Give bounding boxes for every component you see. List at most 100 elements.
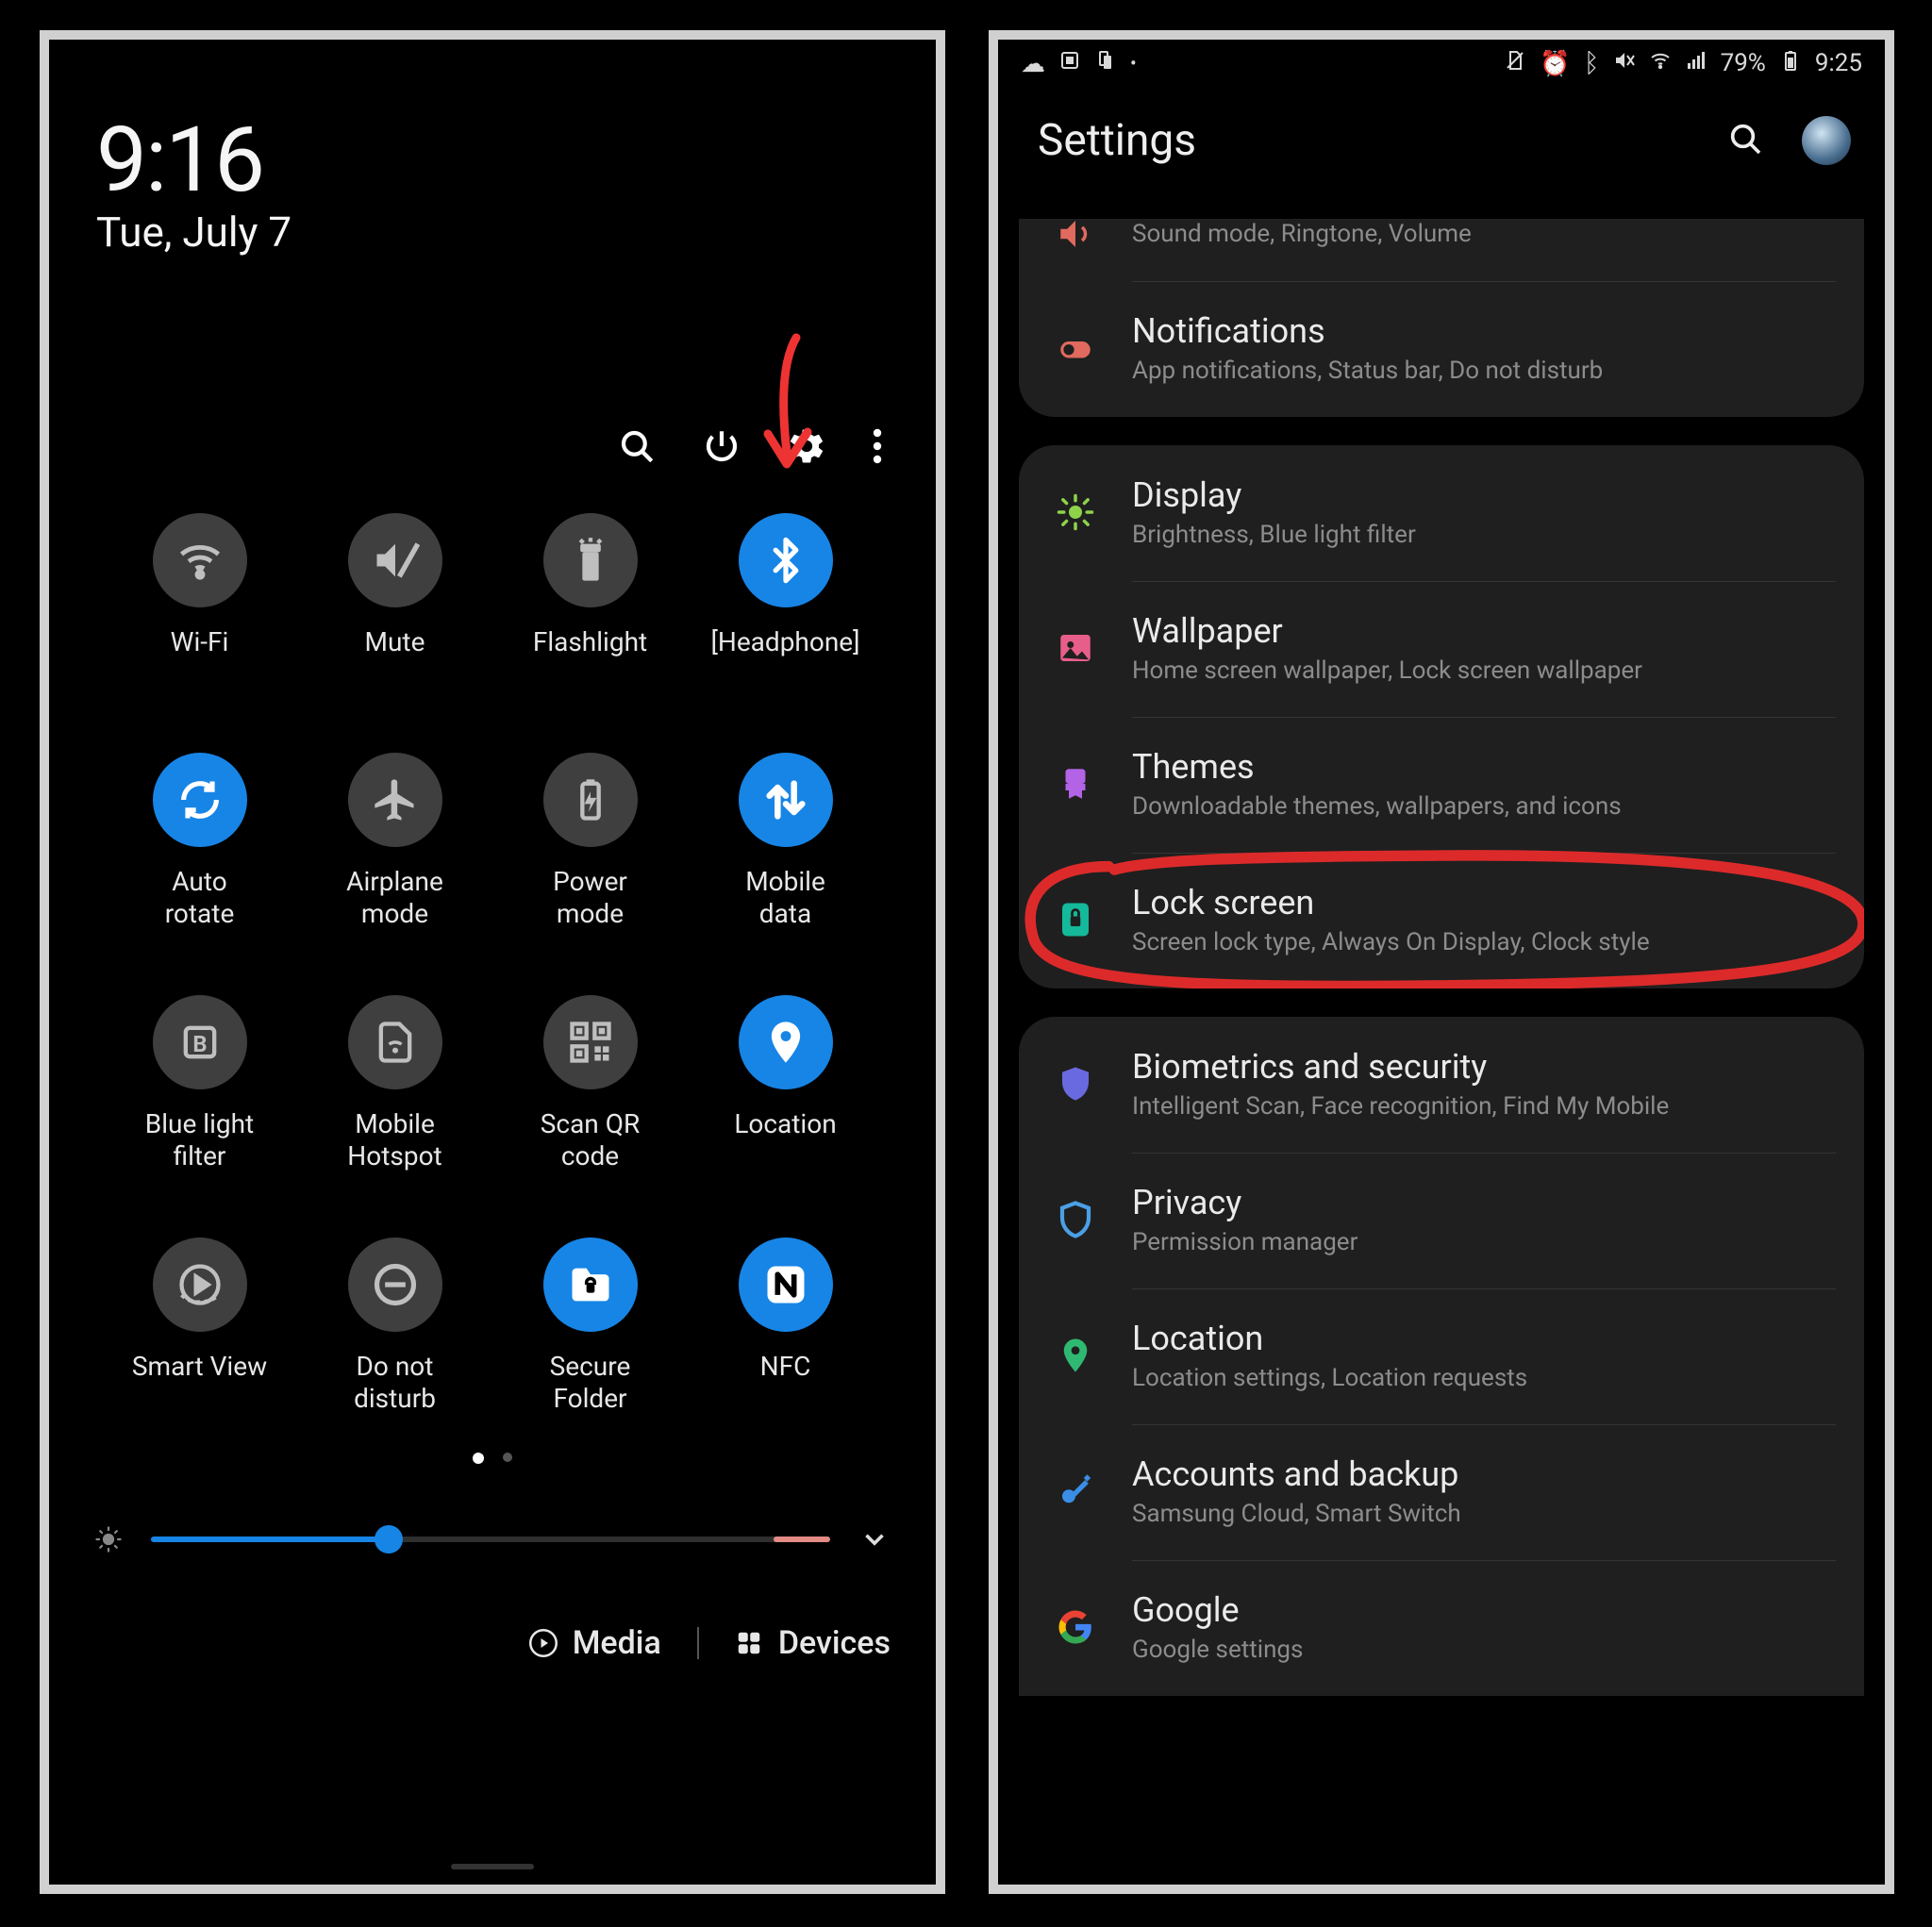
page-dot [503, 1453, 512, 1462]
devices-label: Devices [778, 1624, 891, 1662]
quick-tile-rotate[interactable]: Auto rotate [102, 753, 297, 929]
brightness-slider[interactable] [151, 1520, 830, 1558]
clock-date: Tue, July 7 [96, 208, 936, 257]
settings-row-sound[interactable]: Sound mode, Ringtone, Volume [1019, 219, 1864, 281]
settings-row-wallpaper[interactable]: Wallpaper Home screen wallpaper, Lock scr… [1019, 581, 1864, 717]
flashlight-icon [543, 513, 638, 607]
settings-row-text: LocationLocation settings, Location requ… [1132, 1319, 1527, 1392]
settings-row-title: Themes [1132, 747, 1622, 787]
settings-row-title: Privacy [1132, 1183, 1357, 1222]
quick-tile-bluetooth[interactable]: [Headphone] [688, 513, 883, 687]
quick-tile-label: Secure Folder [550, 1351, 631, 1414]
quick-tile-bluelight[interactable]: BBlue light filter [102, 995, 297, 1171]
quick-tile-label: Flashlight [533, 626, 647, 687]
search-icon[interactable] [617, 426, 657, 466]
settings-row-subtitle: Downloadable themes, wallpapers, and ico… [1132, 792, 1622, 821]
settings-row-title: Google [1132, 1590, 1303, 1630]
quick-tile-location[interactable]: Location [688, 995, 883, 1171]
settings-row-text: GoogleGoogle settings [1132, 1590, 1303, 1664]
privacy-icon [1049, 1193, 1102, 1246]
settings-row-text: PrivacyPermission manager [1132, 1183, 1357, 1256]
key-icon [1049, 1465, 1102, 1518]
themes-icon [1049, 757, 1102, 810]
settings-row-title: Wallpaper [1132, 611, 1642, 651]
settings-group: DisplayBrightness, Blue light filterWall… [1019, 445, 1864, 988]
nav-handle[interactable] [451, 1864, 534, 1869]
settings-search-icon[interactable] [1726, 120, 1764, 161]
settings-row-notification[interactable]: Notifications App notifications, Status b… [1019, 281, 1864, 417]
account-avatar[interactable] [1802, 116, 1851, 165]
quick-tile-battery[interactable]: Power mode [492, 753, 688, 929]
alarm-icon: ⏰ [1540, 49, 1570, 78]
settings-row-pin[interactable]: LocationLocation settings, Location requ… [1019, 1288, 1864, 1424]
settings-screen: ☁ • ⏰ ᛒ 79% 9:25 Settings Sound mode, Ri… [989, 30, 1894, 1894]
quick-tile-label: NFC [760, 1351, 811, 1411]
settings-row-subtitle: Intelligent Scan, Face recognition, Find… [1132, 1092, 1669, 1121]
battery-percent: 79% [1721, 49, 1766, 77]
mute-status-icon [1613, 49, 1636, 78]
settings-header: Settings [998, 87, 1885, 200]
more-icon[interactable] [872, 426, 883, 466]
status-app-icon [1058, 49, 1081, 78]
status-time: 9:25 [1815, 49, 1862, 77]
quick-tile-folder[interactable]: Secure Folder [492, 1238, 688, 1414]
brightness-icon [94, 1525, 123, 1553]
quick-tile-nfc[interactable]: NFC [688, 1238, 883, 1414]
settings-row-google[interactable]: GoogleGoogle settings [1019, 1560, 1864, 1696]
settings-row-title: Location [1132, 1319, 1527, 1358]
settings-list[interactable]: Sound mode, Ringtone, VolumeNotification… [998, 219, 1885, 1885]
settings-row-subtitle: App notifications, Status bar, Do not di… [1132, 357, 1603, 385]
settings-row-subtitle: Home screen wallpaper, Lock screen wallp… [1132, 656, 1642, 685]
settings-row-key[interactable]: Accounts and backupSamsung Cloud, Smart … [1019, 1424, 1864, 1560]
expand-brightness-icon[interactable] [858, 1523, 891, 1555]
svg-text:B: B [192, 1031, 207, 1057]
settings-row-subtitle: Samsung Cloud, Smart Switch [1132, 1500, 1461, 1528]
quick-tile-data[interactable]: Mobile data [688, 753, 883, 929]
quick-tile-smartview[interactable]: Smart View [102, 1238, 297, 1414]
media-label: Media [573, 1624, 661, 1662]
smartview-icon [153, 1238, 247, 1332]
page-indicator [49, 1453, 936, 1464]
quick-tile-label: Auto rotate [165, 866, 235, 929]
settings-row-lock[interactable]: Lock screenScreen lock type, Always On D… [1019, 853, 1864, 988]
dnd-icon [348, 1238, 442, 1332]
quick-tile-label: Wi-Fi [171, 626, 229, 687]
quick-tile-wifi[interactable]: Wi-Fi [102, 513, 297, 687]
media-button[interactable]: Media [529, 1624, 661, 1662]
settings-row-title: Notifications [1132, 311, 1603, 351]
settings-row-themes[interactable]: Themes Downloadable themes, wallpapers, a… [1019, 717, 1864, 853]
devices-button[interactable]: Devices [735, 1624, 891, 1662]
sound-icon [1049, 219, 1102, 249]
battery-icon [543, 753, 638, 847]
quick-tile-airplane[interactable]: Airplane mode [297, 753, 492, 929]
panel-footer: Media Devices [49, 1624, 936, 1662]
nfc-icon [739, 1238, 833, 1332]
quick-tile-label: Airplane mode [346, 866, 443, 929]
settings-row-shield[interactable]: Biometrics and securityIntelligent Scan,… [1019, 1017, 1864, 1153]
quick-tile-hotspot[interactable]: Mobile Hotspot [297, 995, 492, 1171]
quick-tiles-grid: Wi-Fi Mute Flashlight [Headphone] Auto rotat… [49, 513, 936, 1415]
airplane-icon [348, 753, 442, 847]
lock-icon [1049, 893, 1102, 946]
settings-row-display[interactable]: DisplayBrightness, Blue light filter [1019, 445, 1864, 581]
settings-row-text: Lock screenScreen lock type, Always On D… [1132, 883, 1650, 956]
power-icon[interactable] [702, 426, 741, 466]
settings-row-privacy[interactable]: PrivacyPermission manager [1019, 1153, 1864, 1288]
bluelight-icon: B [153, 995, 247, 1089]
quick-tile-label: Mobile data [745, 866, 825, 929]
settings-row-subtitle: Screen lock type, Always On Display, Clo… [1132, 928, 1650, 956]
quick-tile-label: Smart View [132, 1351, 267, 1411]
quick-tile-qr[interactable]: Scan QR code [492, 995, 688, 1171]
quick-settings-panel: 9:16 Tue, July 7 Wi-Fi Mute Flashlight [Hea… [40, 30, 945, 1894]
cloud-icon: ☁ [1021, 49, 1045, 78]
quick-tile-flashlight[interactable]: Flashlight [492, 513, 688, 687]
notification-icon [1049, 322, 1102, 374]
settings-row-text: Accounts and backupSamsung Cloud, Smart … [1132, 1454, 1461, 1528]
clock-time: 9:16 [96, 108, 936, 213]
wallpaper-icon [1049, 622, 1102, 674]
annotation-arrow [757, 332, 823, 496]
quick-tile-dnd[interactable]: Do not disturb [297, 1238, 492, 1414]
quick-tile-mute[interactable]: Mute [297, 513, 492, 687]
quick-tile-label: Power mode [553, 866, 627, 929]
clock-area: 9:16 Tue, July 7 [49, 40, 936, 257]
